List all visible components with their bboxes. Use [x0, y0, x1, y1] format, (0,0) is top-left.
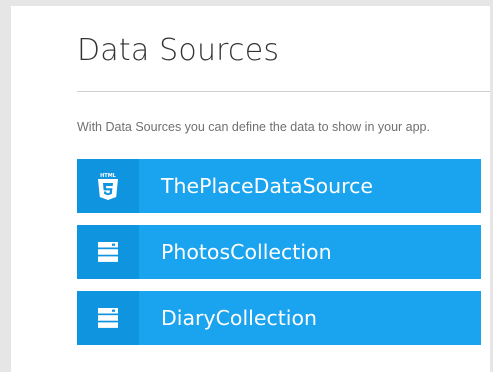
data-source-list: HTML ThePlaceDataSource PhotosCollection… — [77, 159, 481, 345]
collection-icon — [98, 242, 118, 262]
data-sources-panel: Data Sources With Data Sources you can d… — [77, 33, 490, 357]
data-source-label: DiaryCollection — [161, 306, 318, 330]
data-source-item-diarycollection[interactable]: DiaryCollection — [77, 291, 481, 345]
svg-text:HTML: HTML — [100, 173, 117, 179]
data-source-icon-container — [77, 225, 139, 279]
collection-icon — [98, 308, 118, 328]
html5-icon: HTML — [98, 173, 118, 200]
page-title: Data Sources — [77, 33, 280, 68]
data-source-icon-container — [77, 291, 139, 345]
data-source-item-theplacedatasource[interactable]: HTML ThePlaceDataSource — [77, 159, 481, 213]
data-source-label: ThePlaceDataSource — [161, 174, 373, 198]
data-source-item-photoscollection[interactable]: PhotosCollection — [77, 225, 481, 279]
panel-description: With Data Sources you can define the dat… — [77, 120, 430, 134]
title-divider — [77, 91, 490, 92]
data-source-label: PhotosCollection — [161, 240, 332, 264]
window-frame: Data Sources With Data Sources you can d… — [0, 0, 493, 372]
data-source-icon-container: HTML — [77, 159, 139, 213]
